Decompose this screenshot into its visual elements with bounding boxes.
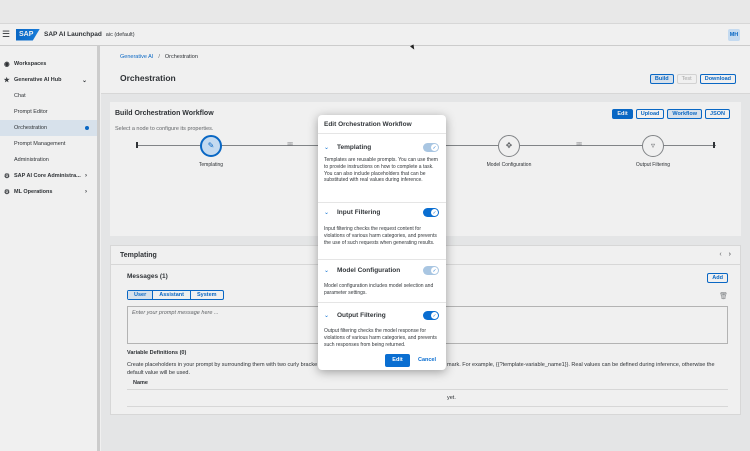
- section-templating: ⌄ Templating ✓ Templates are reusable pr…: [318, 143, 446, 183]
- divider: [318, 259, 446, 260]
- section-title: Input Filtering: [337, 209, 381, 216]
- chevron-down-icon[interactable]: ⌄: [324, 144, 329, 151]
- check-icon: ✓: [431, 312, 438, 319]
- edit-workflow-dialog: Edit Orchestration Workflow ⌄ Templating…: [318, 115, 446, 370]
- section-title: Templating: [337, 144, 372, 151]
- divider: [318, 133, 446, 134]
- chevron-down-icon[interactable]: ⌄: [324, 209, 329, 216]
- chevron-down-icon[interactable]: ⌄: [324, 267, 329, 274]
- section-title: Output Filtering: [337, 312, 386, 319]
- check-icon: ✓: [431, 209, 438, 216]
- dialog-title: Edit Orchestration Workflow: [324, 121, 412, 128]
- section-description: Input filtering checks the request conte…: [324, 226, 437, 246]
- input-filtering-toggle[interactable]: ✓: [423, 208, 439, 217]
- dialog-cancel-button[interactable]: Cancel: [416, 354, 438, 367]
- check-icon: ✓: [431, 267, 438, 274]
- divider: [318, 202, 446, 203]
- check-icon: ✓: [431, 144, 438, 151]
- templating-toggle[interactable]: ✓: [423, 143, 439, 152]
- output-filtering-toggle[interactable]: ✓: [423, 311, 439, 320]
- section-title: Model Configuration: [337, 267, 401, 274]
- dialog-footer: Edit Cancel: [318, 353, 446, 370]
- section-model-configuration: ⌄ Model Configuration ✓ Model configurat…: [318, 266, 446, 296]
- chevron-down-icon[interactable]: ⌄: [324, 312, 329, 319]
- divider: [318, 302, 446, 303]
- dialog-edit-button[interactable]: Edit: [385, 354, 410, 367]
- section-description: Output filtering checks the model respon…: [324, 328, 437, 348]
- section-description: Model configuration includes model selec…: [324, 283, 434, 296]
- section-output-filtering: ⌄ Output Filtering ✓ Output filtering ch…: [318, 311, 446, 348]
- section-description: Templates are reusable prompts. You can …: [324, 157, 438, 184]
- section-input-filtering: ⌄ Input Filtering ✓ Input filtering chec…: [318, 208, 446, 246]
- model-configuration-toggle[interactable]: ✓: [423, 266, 439, 275]
